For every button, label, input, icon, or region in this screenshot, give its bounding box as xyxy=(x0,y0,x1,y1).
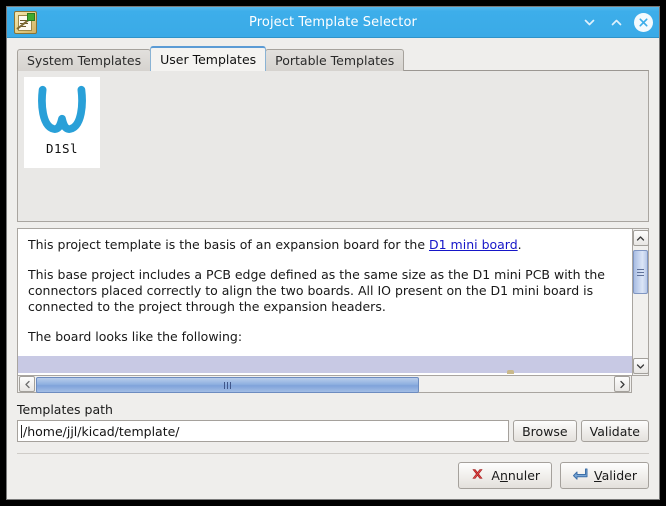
dialog-body: System Templates User Templates Portable… xyxy=(7,38,659,442)
project-template-selector-window: Project Template Selector System Templat… xyxy=(6,6,660,500)
browse-button[interactable]: Browse xyxy=(513,420,577,442)
tab-user-templates[interactable]: User Templates xyxy=(150,46,267,71)
cancel-button-label: Annuler xyxy=(491,468,541,483)
tab-label: Portable Templates xyxy=(275,53,395,68)
tab-system-templates[interactable]: System Templates xyxy=(17,49,152,71)
window-title: Project Template Selector xyxy=(249,14,417,30)
tab-portable-templates[interactable]: Portable Templates xyxy=(265,49,405,71)
red-x-icon xyxy=(470,467,485,485)
validate-button[interactable]: Validate xyxy=(580,420,649,442)
selected-row-highlight xyxy=(18,356,632,374)
templates-path-label: Templates path xyxy=(17,402,113,417)
template-tile[interactable]: D1Sl xyxy=(24,77,100,168)
vertical-scroll-thumb[interactable] xyxy=(633,250,648,294)
window-controls xyxy=(580,12,653,32)
description-p1-text-after: . xyxy=(517,237,522,252)
d1-mini-board-link[interactable]: D1 mini board xyxy=(429,237,518,252)
description-horizontal-scrollbar[interactable] xyxy=(17,376,632,393)
ok-button[interactable]: Valider xyxy=(560,462,649,489)
description-text: This project template is the basis of an… xyxy=(17,228,632,376)
ok-button-label: Valider xyxy=(594,468,637,483)
horizontal-scroll-thumb[interactable] xyxy=(36,377,419,393)
chevron-left-icon[interactable] xyxy=(19,376,35,392)
tab-bar: System Templates User Templates Portable… xyxy=(17,46,649,71)
wemos-d1-logo xyxy=(38,85,86,133)
description-p1-text-before: This project template is the basis of an… xyxy=(28,237,429,252)
maximize-icon[interactable] xyxy=(607,13,625,31)
template-tile-label: D1Sl xyxy=(45,141,79,156)
templates-path-section: Templates path /home/jjl/kicad/template/… xyxy=(17,393,649,442)
description-vertical-scrollbar[interactable] xyxy=(632,228,649,376)
chevron-right-icon[interactable] xyxy=(614,376,630,392)
templates-path-value: /home/jjl/kicad/template/ xyxy=(23,423,180,439)
dialog-footer: Annuler Valider xyxy=(17,453,649,499)
description-paragraph-1: This project template is the basis of an… xyxy=(28,237,622,253)
chevron-down-icon[interactable] xyxy=(632,358,649,374)
horizontal-scroll-track[interactable] xyxy=(36,377,613,393)
kicad-project-icon xyxy=(14,10,37,34)
tab-label: System Templates xyxy=(27,53,142,68)
enter-arrow-icon xyxy=(572,467,588,485)
text-caret xyxy=(21,424,22,438)
description-area: This project template is the basis of an… xyxy=(17,228,649,393)
cancel-button[interactable]: Annuler xyxy=(458,462,553,489)
vertical-scroll-track[interactable] xyxy=(633,246,648,358)
templates-path-row: /home/jjl/kicad/template/ Browse Validat… xyxy=(17,420,649,442)
minimize-icon[interactable] xyxy=(580,13,598,31)
template-thumbnail-panel[interactable]: D1Sl xyxy=(17,70,649,222)
close-icon[interactable] xyxy=(634,12,653,32)
description-paragraph-3: The board looks like the following: xyxy=(28,329,243,344)
templates-path-input[interactable]: /home/jjl/kicad/template/ xyxy=(17,420,510,442)
tab-label: User Templates xyxy=(160,52,257,67)
titlebar: Project Template Selector xyxy=(7,7,659,38)
description-paragraph-2: This base project includes a PCB edge de… xyxy=(28,267,605,314)
chevron-up-icon[interactable] xyxy=(632,230,649,246)
